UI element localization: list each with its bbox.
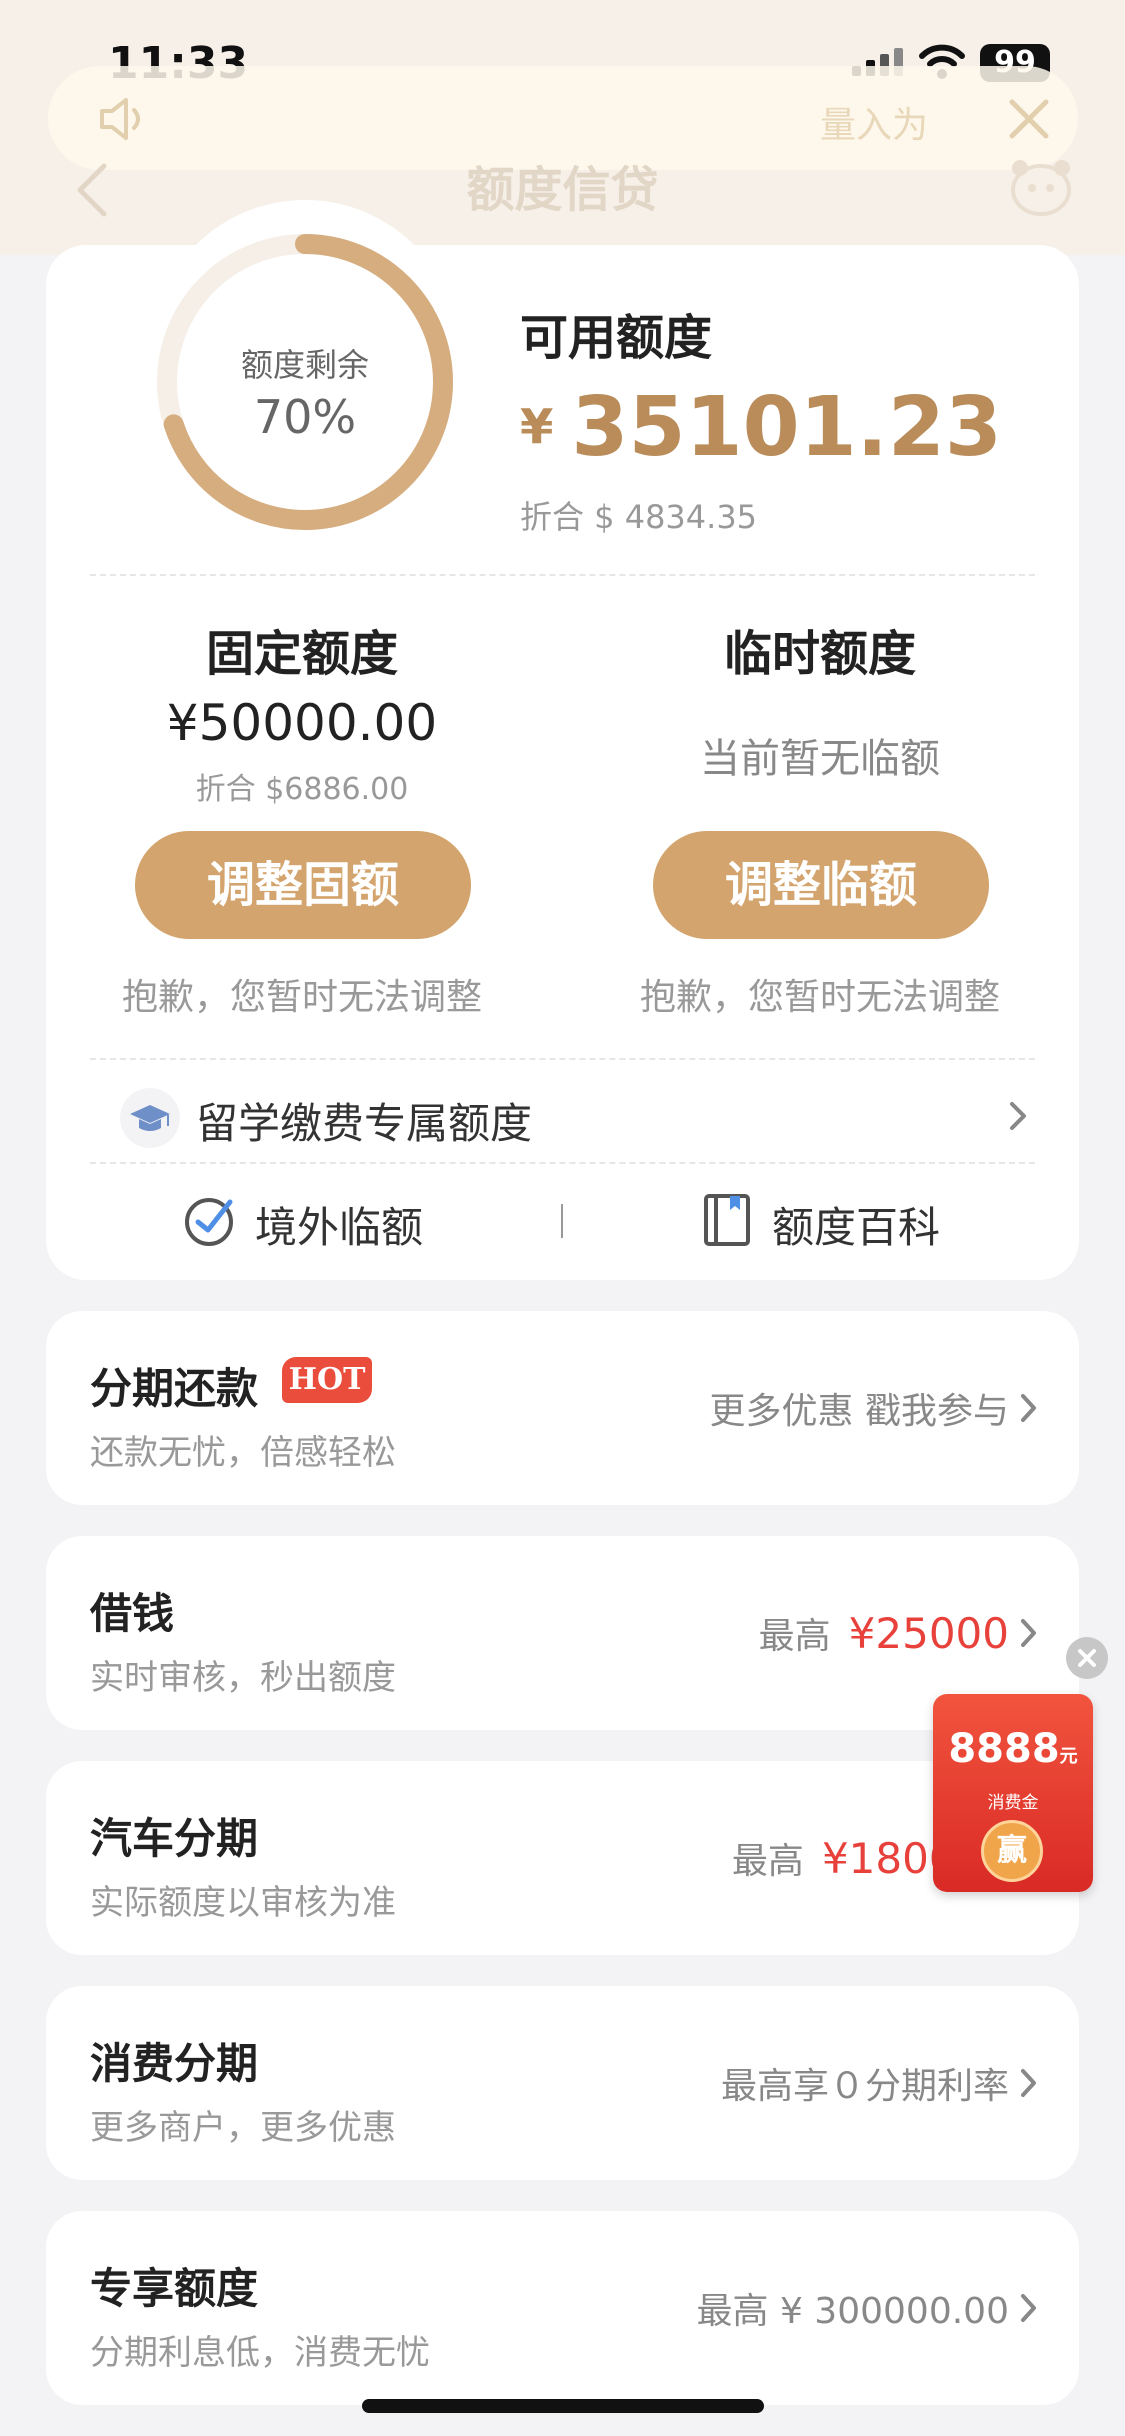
adjust-temporary-button[interactable]: 调整临额	[653, 831, 989, 939]
book-icon	[704, 1194, 750, 1246]
promo-amount-unit: 元	[1059, 1746, 1078, 1767]
overseas-temporary-credit-link[interactable]: 境外临额	[255, 1194, 423, 1255]
temporary-credit-status: 当前暂无临额	[700, 736, 940, 782]
divider	[90, 1162, 1035, 1164]
card-subtitle: 实际额度以审核为准	[90, 1883, 396, 1923]
consumer-installment-card[interactable]: 消费分期 更多商户，更多优惠 最高享０分期利率	[46, 1986, 1079, 2180]
card-right-text: 最高 ¥ 300000.00	[696, 2291, 1009, 2332]
card-right-prefix: 最高	[731, 1841, 804, 1882]
installment-repayment-card[interactable]: 分期还款 HOT 还款无忧，倍感轻松 更多优惠 戳我参与	[46, 1311, 1079, 1505]
currency-symbol: ¥	[520, 399, 554, 456]
chevron-right-icon	[1021, 2069, 1036, 2097]
fixed-adjust-note: 抱歉，您暂时无法调整	[121, 977, 482, 1018]
divider	[90, 1058, 1035, 1060]
card-right-info: 最高 ¥ 300000.00	[697, 2211, 1009, 2405]
available-converted: 折合 $ 4834.35	[520, 498, 758, 536]
notice-text: 量入为	[820, 105, 929, 146]
fixed-credit-title: 固定额度	[205, 626, 398, 682]
fixed-credit-amount: ¥50000.00	[166, 694, 438, 752]
card-subtitle: 分期利息低，消费无忧	[90, 2333, 430, 2373]
divider	[90, 574, 1035, 576]
card-right-info: 更多优惠 戳我参与	[710, 1311, 1009, 1505]
available-credit-amount: ¥35101.23	[520, 380, 1002, 475]
speaker-icon	[100, 98, 140, 140]
hot-badge: HOT	[282, 1357, 372, 1403]
borrow-money-card[interactable]: 借钱 实时审核，秒出额度 最高 ¥25000	[46, 1536, 1079, 1730]
page-title: 额度信贷	[466, 162, 659, 218]
ring-percent: 70%	[253, 390, 357, 444]
car-installment-card[interactable]: 汽车分期 实际额度以审核为准 最高 ¥180000	[46, 1761, 1079, 1955]
home-indicator	[362, 2399, 764, 2413]
customer-service-avatar-icon[interactable]	[1008, 158, 1074, 218]
card-right-text: 最高享０分期利率	[720, 2066, 1009, 2107]
chevron-right-icon	[1010, 1102, 1026, 1130]
card-title: 消费分期	[90, 2039, 259, 2088]
promo-close-button[interactable]	[1066, 1637, 1108, 1679]
card-right-value: ¥25000	[848, 1608, 1009, 1658]
temporary-credit-title: 临时额度	[723, 626, 916, 682]
promo-win-button[interactable]: 赢	[981, 1820, 1043, 1882]
exclusive-credit-card[interactable]: 专享额度 分期利息低，消费无忧 最高 ¥ 300000.00	[46, 2211, 1079, 2405]
chevron-right-icon	[1021, 2294, 1036, 2322]
consumption-gold-promo[interactable]: 8888元 消费金 赢	[933, 1694, 1093, 1892]
available-amount-value: 35101.23	[571, 380, 1002, 475]
close-icon[interactable]	[1002, 92, 1056, 146]
promo-amount: 8888元	[933, 1726, 1093, 1772]
globe-plane-icon	[185, 1198, 233, 1246]
promo-label: 消费金	[987, 1793, 1039, 1813]
close-icon	[1078, 1649, 1096, 1667]
promo-amount-number: 8888	[948, 1726, 1060, 1772]
temporary-adjust-note: 抱歉，您暂时无法调整	[639, 977, 1000, 1018]
card-title: 借钱	[90, 1589, 175, 1638]
card-subtitle: 还款无忧，倍感轻松	[90, 1433, 396, 1473]
chevron-right-icon	[1021, 1619, 1036, 1647]
card-right-info: 最高享０分期利率	[721, 1986, 1009, 2180]
card-title: 分期还款	[90, 1364, 259, 1413]
card-subtitle: 更多商户，更多优惠	[90, 2108, 396, 2148]
study-abroad-credit-link[interactable]: 留学缴费专属额度	[196, 1090, 532, 1151]
adjust-fixed-button[interactable]: 调整固额	[135, 831, 471, 939]
card-title: 汽车分期	[90, 1814, 259, 1863]
graduation-cap-icon	[120, 1088, 180, 1148]
ring-label: 额度剩余	[240, 346, 369, 384]
card-title: 专享额度	[90, 2264, 259, 2313]
card-subtitle: 实时审核，秒出额度	[90, 1658, 396, 1698]
separator	[561, 1204, 563, 1238]
card-right-text: 更多优惠 戳我参与	[709, 1391, 1009, 1432]
available-credit-title: 可用额度	[520, 310, 713, 366]
card-right-prefix: 最高	[758, 1616, 831, 1657]
chevron-right-icon	[1021, 1394, 1036, 1422]
fixed-credit-converted: 折合 $6886.00	[195, 772, 409, 807]
credit-wiki-link[interactable]: 额度百科	[772, 1194, 940, 1255]
